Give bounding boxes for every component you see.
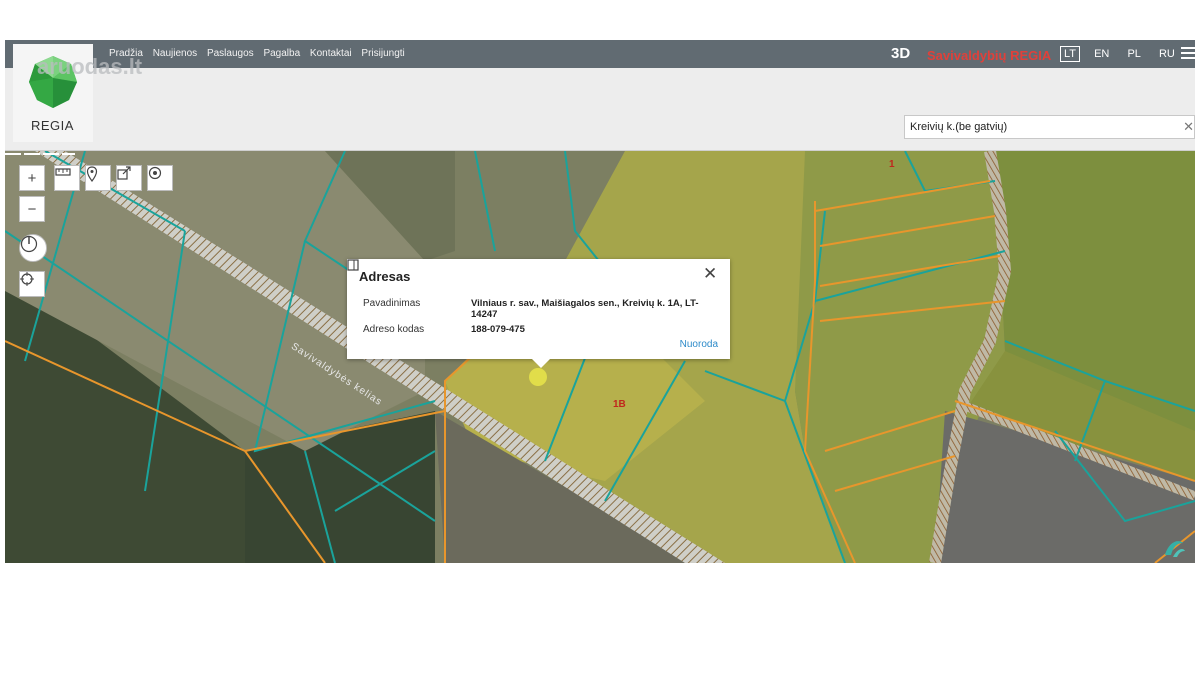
popup-label-name: Pavadinimas <box>363 298 421 309</box>
share-button[interactable] <box>116 165 142 191</box>
nav-item-news[interactable]: Naujienos <box>153 48 197 59</box>
popup-label-code: Adreso kodas <box>363 324 425 335</box>
lang-pl[interactable]: PL <box>1123 46 1144 62</box>
scale-bar <box>5 153 75 155</box>
header-panel: ✕ <box>5 68 1195 151</box>
compass-icon <box>20 235 38 253</box>
link-button[interactable]: Nuoroda <box>680 339 718 350</box>
search-input[interactable] <box>905 116 1185 138</box>
zoom-out-button[interactable]: − <box>19 196 45 222</box>
corner-logo-icon <box>1165 541 1185 557</box>
measure-tool-button[interactable] <box>54 165 80 191</box>
aruodas-watermark: aruodas.lt <box>37 54 143 79</box>
zoom-in-button[interactable]: + <box>19 165 45 191</box>
close-icon[interactable]: ✕ <box>703 265 717 283</box>
parcel-label-1: 1 <box>889 159 895 170</box>
nav-item-login[interactable]: Prisijungti <box>361 48 404 59</box>
popup-value-name: Vilniaus r. sav., Maišiagalos sen., Krei… <box>471 298 699 320</box>
top-navigation-bar: Pradžia Naujienos Paslaugos Pagalba Kont… <box>5 40 1195 68</box>
parcel-label-1b: 1B <box>613 399 626 410</box>
nav-item-services[interactable]: Paslaugos <box>207 48 254 59</box>
main-nav: Pradžia Naujienos Paslaugos Pagalba Kont… <box>109 48 412 59</box>
lang-lt[interactable]: LT <box>1060 46 1081 62</box>
popup-value-code: 188-079-475 <box>471 324 525 335</box>
share-icon <box>117 166 131 180</box>
regia-app: Pradžia Naujienos Paslaugos Pagalba Kont… <box>5 40 1195 563</box>
logo-text: REGIA <box>31 118 74 133</box>
lang-ru[interactable]: RU <box>1155 46 1179 62</box>
locate-me-button[interactable] <box>19 271 45 297</box>
3d-toggle[interactable]: 3D <box>891 45 910 62</box>
maximize-icon[interactable] <box>347 259 359 271</box>
map-canvas[interactable]: 1B 1 Savivaldybės kelias + − Adresas ✕ P… <box>5 151 1195 563</box>
brand-name: Savivaldybių REGIA <box>927 48 1052 63</box>
clear-search-icon[interactable]: ✕ <box>1183 119 1194 135</box>
place-marker-button[interactable] <box>85 165 111 191</box>
target-icon <box>148 166 162 180</box>
nav-item-contacts[interactable]: Kontaktai <box>310 48 352 59</box>
nav-item-help[interactable]: Pagalba <box>263 48 300 59</box>
popup-title: Adresas <box>359 269 411 284</box>
address-popup: Adresas ✕ Pavadinimas Vilniaus r. sav., … <box>347 259 730 368</box>
crosshair-icon <box>20 272 34 286</box>
address-search: ✕ <box>904 115 1195 139</box>
hamburger-menu-icon[interactable] <box>1181 47 1195 61</box>
compass-button[interactable] <box>19 234 47 262</box>
map-pin-icon <box>86 166 98 182</box>
lang-en[interactable]: EN <box>1090 46 1113 62</box>
language-switcher: LT EN PL RU <box>1060 46 1186 62</box>
ruler-icon <box>55 168 71 176</box>
identify-button[interactable] <box>147 165 173 191</box>
